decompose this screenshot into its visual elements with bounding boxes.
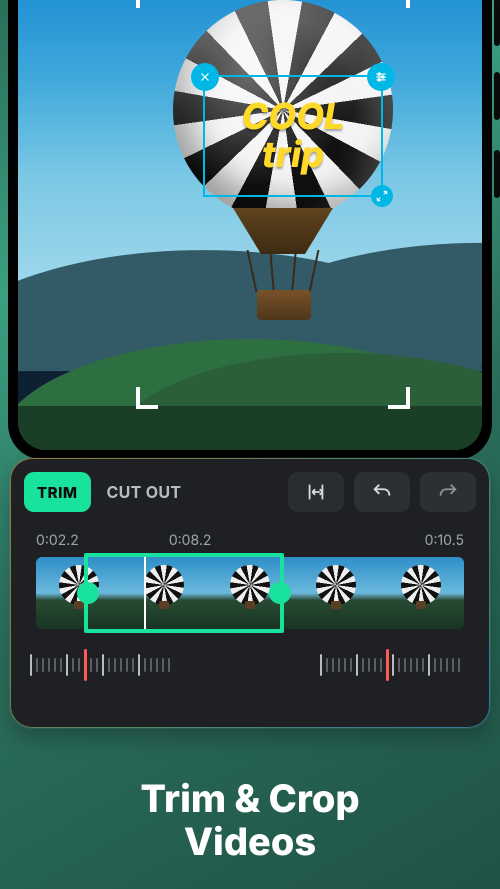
undo-button[interactable] bbox=[354, 472, 410, 512]
time-start: 0:02.2 bbox=[36, 532, 79, 549]
fine-rulers bbox=[30, 651, 470, 679]
overlay-text-line2: trip bbox=[262, 136, 324, 174]
crop-frame[interactable] bbox=[138, 0, 408, 407]
expand-icon[interactable] bbox=[371, 185, 393, 207]
editor-panel: TRIM CUT OUT 0:02.2 0:08.2 0:10.5 bbox=[10, 458, 490, 728]
phone-side-button bbox=[494, 72, 500, 120]
trim-handle-right[interactable] bbox=[269, 582, 291, 604]
text-overlay-box[interactable]: COOL trip bbox=[203, 75, 383, 197]
sliders-icon[interactable] bbox=[367, 63, 395, 91]
phone-mockup: COOL trip bbox=[8, 0, 492, 460]
time-end: 0:10.5 bbox=[425, 532, 464, 549]
app-store-slide: COOL trip TRIM CUT OUT bbox=[0, 0, 500, 889]
crop-corner-top-left[interactable] bbox=[136, 0, 158, 8]
phone-side-button bbox=[494, 0, 500, 46]
trim-handle-left[interactable] bbox=[77, 582, 99, 604]
ruler-marker[interactable] bbox=[386, 649, 389, 681]
close-icon[interactable] bbox=[191, 63, 219, 91]
redo-button[interactable] bbox=[420, 472, 476, 512]
playhead[interactable] bbox=[144, 557, 146, 629]
trim-selection[interactable] bbox=[84, 553, 284, 633]
phone-side-button bbox=[494, 150, 500, 198]
crop-corner-bottom-right[interactable] bbox=[388, 387, 410, 409]
fit-width-button[interactable] bbox=[288, 472, 344, 512]
crop-corner-top-right[interactable] bbox=[388, 0, 410, 8]
ruler-marker[interactable] bbox=[84, 649, 87, 681]
ruler-right[interactable] bbox=[320, 651, 470, 679]
overlay-text-line1: COOL bbox=[242, 98, 345, 136]
trim-tab[interactable]: TRIM bbox=[24, 472, 91, 512]
time-mid: 0:08.2 bbox=[169, 532, 425, 549]
cutout-tab[interactable]: CUT OUT bbox=[101, 472, 188, 512]
crop-corner-bottom-left[interactable] bbox=[136, 387, 158, 409]
slide-caption: Trim & Crop Videos bbox=[0, 778, 500, 865]
caption-line2: Videos bbox=[0, 821, 500, 865]
caption-line1: Trim & Crop bbox=[0, 778, 500, 822]
ruler-left[interactable] bbox=[30, 651, 180, 679]
video-preview[interactable]: COOL trip bbox=[18, 0, 482, 450]
timeline[interactable] bbox=[36, 557, 464, 629]
toolbar: TRIM CUT OUT bbox=[24, 472, 476, 512]
overlay-text: COOL trip bbox=[205, 77, 381, 195]
time-labels: 0:02.2 0:08.2 0:10.5 bbox=[36, 532, 464, 549]
